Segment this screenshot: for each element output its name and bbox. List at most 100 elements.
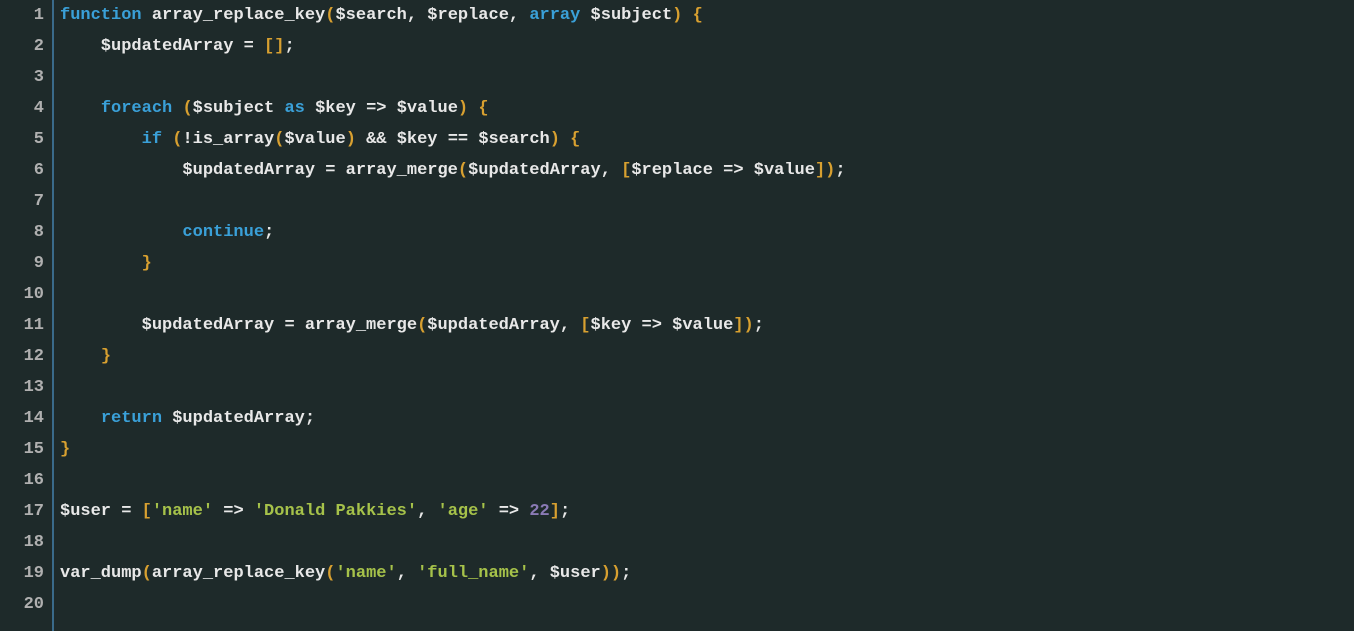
code-token: $replace xyxy=(631,161,723,180)
code-token xyxy=(60,99,101,118)
code-token: == xyxy=(448,130,479,149)
code-token: , xyxy=(560,316,580,335)
code-token: $user xyxy=(60,502,121,521)
code-token: array_replace_key xyxy=(152,6,325,25)
line-number: 12 xyxy=(0,341,52,372)
code-token xyxy=(60,409,101,428)
line-number: 8 xyxy=(0,217,52,248)
code-token: array_replace_key xyxy=(152,564,325,583)
code-token: array_merge xyxy=(346,161,458,180)
code-token: => xyxy=(489,502,530,521)
code-token: is_array xyxy=(193,130,275,149)
code-token xyxy=(60,223,182,242)
code-token: ) { xyxy=(458,99,489,118)
code-token: , xyxy=(509,6,529,25)
code-token: ! xyxy=(182,130,192,149)
code-token: 'age' xyxy=(438,502,489,521)
code-token: foreach xyxy=(101,99,183,118)
code-token: ]) xyxy=(815,161,835,180)
code-token: function xyxy=(60,6,152,25)
line-number: 7 xyxy=(0,186,52,217)
line-number: 15 xyxy=(0,434,52,465)
code-token: ( xyxy=(274,130,284,149)
code-token: $key xyxy=(315,99,366,118)
code-token: ; xyxy=(284,37,294,56)
code-token: ( xyxy=(142,564,152,583)
code-line[interactable] xyxy=(60,279,1354,310)
line-number: 4 xyxy=(0,93,52,124)
code-token: $user xyxy=(550,564,601,583)
code-token: ] xyxy=(550,502,560,521)
code-token: } xyxy=(142,254,152,273)
code-token: ; xyxy=(754,316,764,335)
code-line[interactable]: $updatedArray = array_merge($updatedArra… xyxy=(60,310,1354,341)
code-line[interactable] xyxy=(60,62,1354,93)
code-line[interactable]: } xyxy=(60,248,1354,279)
code-token: , xyxy=(407,6,427,25)
code-line[interactable] xyxy=(60,372,1354,403)
code-token: $search xyxy=(335,6,406,25)
code-token: $replace xyxy=(427,6,509,25)
code-token: [ xyxy=(142,502,152,521)
line-number: 11 xyxy=(0,310,52,341)
code-token: => xyxy=(366,99,397,118)
code-line[interactable]: if (!is_array($value) && $key == $search… xyxy=(60,124,1354,155)
code-token: = xyxy=(284,316,304,335)
code-area[interactable]: function array_replace_key($search, $rep… xyxy=(54,0,1354,631)
code-line[interactable] xyxy=(60,589,1354,620)
code-token: ( xyxy=(325,6,335,25)
line-number: 5 xyxy=(0,124,52,155)
code-token: ( xyxy=(417,316,427,335)
code-line[interactable] xyxy=(60,186,1354,217)
line-number: 1 xyxy=(0,0,52,31)
code-line[interactable]: $user = ['name' => 'Donald Pakkies', 'ag… xyxy=(60,496,1354,527)
code-token: $value xyxy=(754,161,815,180)
code-line[interactable]: return $updatedArray; xyxy=(60,403,1354,434)
code-token: ; xyxy=(835,161,845,180)
code-token: var_dump xyxy=(60,564,142,583)
code-editor[interactable]: 1234567891011121314151617181920 function… xyxy=(0,0,1354,631)
code-token: return xyxy=(101,409,172,428)
code-token: 'Donald Pakkies' xyxy=(254,502,417,521)
code-token: as xyxy=(284,99,315,118)
code-token: , xyxy=(529,564,549,583)
code-token: $updatedArray xyxy=(60,161,325,180)
code-line[interactable]: foreach ($subject as $key => $value) { xyxy=(60,93,1354,124)
code-token: $updatedArray xyxy=(427,316,560,335)
code-token: ; xyxy=(305,409,315,428)
line-number: 2 xyxy=(0,31,52,62)
code-token: ( xyxy=(325,564,335,583)
code-token: $key xyxy=(591,316,642,335)
code-token: 'name' xyxy=(335,564,396,583)
line-number: 20 xyxy=(0,589,52,620)
line-number: 16 xyxy=(0,465,52,496)
line-number: 6 xyxy=(0,155,52,186)
line-number: 13 xyxy=(0,372,52,403)
code-line[interactable]: continue; xyxy=(60,217,1354,248)
code-line[interactable]: } xyxy=(60,434,1354,465)
code-line[interactable]: function array_replace_key($search, $rep… xyxy=(60,0,1354,31)
code-line[interactable] xyxy=(60,465,1354,496)
code-line[interactable]: } xyxy=(60,341,1354,372)
code-token: } xyxy=(60,440,70,459)
code-line[interactable]: $updatedArray = array_merge($updatedArra… xyxy=(60,155,1354,186)
code-line[interactable]: var_dump(array_replace_key('name', 'full… xyxy=(60,558,1354,589)
code-token: 22 xyxy=(529,502,549,521)
code-token: ) { xyxy=(550,130,581,149)
code-token: => xyxy=(213,502,254,521)
line-number-gutter: 1234567891011121314151617181920 xyxy=(0,0,54,631)
code-token: $updatedArray xyxy=(172,409,305,428)
line-number: 10 xyxy=(0,279,52,310)
code-token: ( xyxy=(172,130,182,149)
code-token: ; xyxy=(560,502,570,521)
code-token: 'full_name' xyxy=(417,564,529,583)
code-token: ; xyxy=(264,223,274,242)
code-line[interactable] xyxy=(60,527,1354,558)
code-token: $updatedArray xyxy=(60,37,244,56)
code-line[interactable]: $updatedArray = []; xyxy=(60,31,1354,62)
code-token: => xyxy=(642,316,673,335)
code-token xyxy=(60,130,142,149)
code-token: ; xyxy=(621,564,631,583)
code-token: if xyxy=(142,130,173,149)
code-token: = xyxy=(244,37,264,56)
